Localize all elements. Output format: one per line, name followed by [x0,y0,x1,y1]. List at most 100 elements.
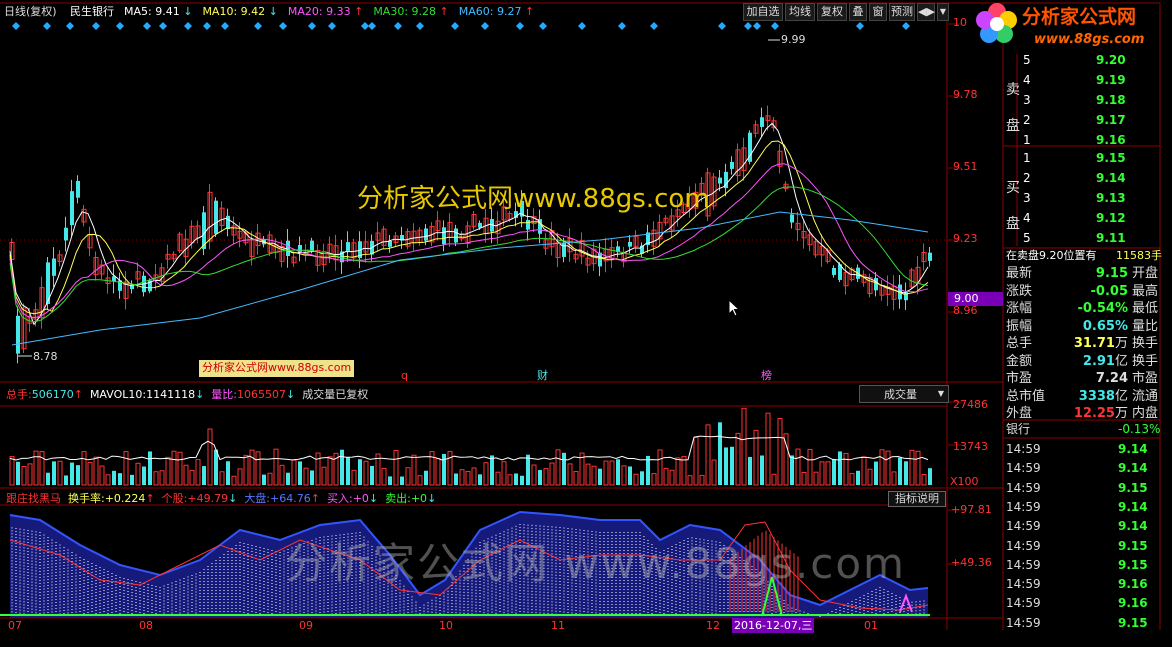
volume-bar [718,422,722,485]
order-book-row[interactable]: 3 9.13 [1006,190,1158,207]
turnover-value: +0.224 [104,492,146,505]
tick-price: 9.15 [1118,557,1148,572]
tick-time: 14:59 [1006,461,1041,476]
tick-row: 14:59 9.14 [1006,460,1158,477]
quote-label-2: 量比 [1131,318,1158,334]
down-arrow-icon: ↓ [427,492,437,505]
quote-label-2: 最高 [1131,283,1158,299]
quote-row: 金额 2.91亿 换手 [1006,353,1158,370]
volume-bar [478,474,482,485]
order-level: 4 [1023,73,1031,87]
order-level: 1 [1023,151,1031,165]
quote-label-2: 内盘 [1131,406,1158,421]
buy-value: +0 [352,492,369,505]
order-book-row[interactable]: 5 9.11 [1006,230,1158,247]
volume-bar [76,465,80,485]
time-tick: 10 [439,619,453,632]
mavol-value: 1141118 [146,388,196,401]
volume-bar [454,473,458,485]
adjust-button[interactable]: 复权 [817,3,847,21]
sector-name[interactable]: 银行 [1006,423,1030,435]
event-marker[interactable]: 榜 [761,370,772,381]
indicator-tick: +49.36 [951,556,992,569]
volume-bar [370,465,374,485]
order-price: 9.17 [1096,113,1126,127]
volume-bar [526,454,530,485]
volume-bar [400,476,404,485]
event-marker[interactable]: q [401,370,408,381]
volume-legend: 总手:506170↑ MAVOL10:1141118↓ 量比:1065507↓ … [6,389,368,400]
volume-bar [202,466,206,485]
event-marker[interactable]: 财 [537,370,548,381]
window-button[interactable]: 窗 [869,3,887,21]
order-book-row[interactable]: 2 9.17 [1006,112,1158,129]
overlay-button[interactable]: 叠 [849,3,867,21]
order-book-row[interactable]: 2 9.14 [1006,170,1158,187]
volume-bar [46,472,50,485]
order-book-row[interactable]: 1 9.16 [1006,132,1158,149]
order-price: 9.18 [1096,93,1126,107]
volume-bar [562,452,566,485]
candle-body [598,252,602,267]
tick-price: 9.15 [1118,538,1148,553]
current-price-marker: 9.00 [948,292,1003,306]
add-watchlist-button[interactable]: 加自选 [743,3,783,21]
volume-bar [874,461,878,485]
toolbar-dropdown-icon[interactable]: ▼ [937,3,949,21]
quote-label-2: 最低 [1131,301,1158,316]
time-tick: 09 [299,619,313,632]
nav-arrows-icon[interactable]: ◀▶ [917,3,935,21]
quote-label-2: 流通 [1131,388,1158,404]
watermark-main: 分析家公式网www.88gs.com [357,184,710,214]
quote-value: 12.25万 [1073,406,1128,421]
order-price: 9.20 [1096,53,1126,67]
pending-order-text: 在卖盘9.20位置有 [1006,249,1097,262]
order-book-row[interactable]: 1 9.15 [1006,150,1158,167]
candle-body [526,219,530,230]
order-price: 9.15 [1096,151,1126,165]
quote-value: -0.54% [1077,301,1129,316]
volume-bar [598,468,602,485]
candle-body [730,161,734,169]
total-label: 总手: [6,388,32,401]
volume-selector[interactable]: 成交量 ▼ [859,385,949,403]
price-tick: 10 [953,16,967,29]
candle-body [718,177,722,184]
stock-name: 民生银行 [70,5,114,18]
volume-bar [52,461,56,485]
candle-body [832,267,836,275]
adjust-note: 成交量已复权 [302,388,369,401]
quote-label-2: 换手 [1131,353,1158,369]
stock-label: 个股: [161,492,188,505]
tick-row: 14:59 9.16 [1006,595,1158,612]
indicator-legend: 跟庄找黑马 换手率:+0.224↑ 个股:+49.79↓ 大盘:+64.76↑ … [6,493,436,504]
order-book-row[interactable]: 3 9.18 [1006,92,1158,109]
candle-body [64,227,68,241]
volume-bar [640,471,644,485]
tick-row: 14:59 9.15 [1006,557,1158,574]
order-book-row[interactable]: 5 9.20 [1006,52,1158,69]
quote-label: 总手 [1006,336,1033,351]
candle-body [454,228,458,243]
down-arrow-icon: ↓ [179,5,193,18]
forecast-button[interactable]: 预测 [889,3,915,21]
down-arrow-icon: ↓ [195,388,205,401]
volume-bar [142,466,146,485]
indicator-explain-button[interactable]: 指标说明 [888,491,946,507]
order-book-row[interactable]: 4 9.19 [1006,72,1158,89]
quote-label: 涨幅 [1006,301,1033,316]
indicator-tick: +97.81 [951,503,992,516]
ma-legend-item: MA60: 9.27 ↑ [458,5,535,18]
up-arrow-icon: ↑ [521,5,535,18]
quote-label: 市盈 [1006,371,1033,386]
candle-body [790,214,794,223]
quote-row: 振幅 0.65% 量比 [1006,318,1158,335]
ma-button[interactable]: 均线 [785,3,815,21]
order-book-row[interactable]: 4 9.12 [1006,210,1158,227]
tick-price: 9.16 [1118,596,1148,611]
tick-row: 14:59 9.14 [1006,441,1158,458]
tick-time: 14:59 [1006,519,1041,534]
tick-price: 9.15 [1118,480,1148,495]
chart-title: 日线(复权) [4,5,57,18]
candle-body [388,240,392,247]
